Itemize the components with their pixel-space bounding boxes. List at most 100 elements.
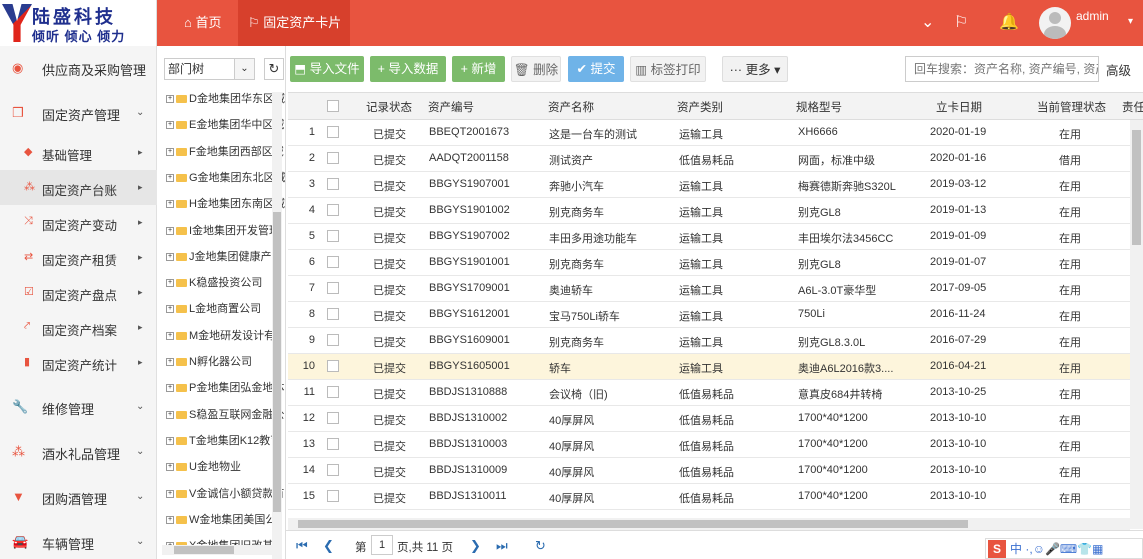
last-page-icon[interactable]: ⏭ (496, 538, 508, 554)
user-name[interactable]: admin (1076, 9, 1109, 23)
expand-icon[interactable]: + (166, 279, 174, 288)
row-checkbox[interactable] (327, 256, 339, 268)
ime-toolbar[interactable]: S中 ·,☺🎤⌨👕▦ (985, 538, 1143, 559)
expand-icon[interactable]: + (166, 95, 174, 104)
sidebar-item[interactable]: ☑ 固定资产盘点 ▸ (0, 275, 157, 310)
row-checkbox[interactable] (327, 152, 339, 164)
column-header[interactable]: 规格型号 (796, 99, 842, 115)
row-checkbox[interactable] (327, 204, 339, 216)
expand-icon[interactable]: + (166, 147, 174, 156)
sidebar-item[interactable]: ❒ 固定资产管理 ⌄ (0, 91, 157, 136)
tree-node[interactable]: + J金地集团健康产业 (166, 248, 283, 264)
expand-icon[interactable]: + (166, 489, 174, 498)
expand-icon[interactable]: + (166, 305, 174, 314)
tab-asset-card[interactable]: ⚐ 固定资产卡片 ✖ (238, 0, 350, 76)
table-vscrollbar[interactable] (1130, 120, 1143, 529)
table-hscrollbar[interactable] (288, 518, 1130, 530)
table-row[interactable]: 1 已提交 BBEQT2001673 这是一台车的测试 运输工具 XH6666 2020-0… (288, 120, 1143, 146)
row-checkbox[interactable] (327, 334, 339, 346)
expand-icon[interactable]: + (166, 173, 174, 182)
tree-node[interactable]: + S稳盈互联网金融公 (166, 406, 284, 422)
menu-toggle-icon[interactable]: ☰ (130, 14, 146, 30)
tree-node[interactable]: + U金地物业 (166, 458, 241, 474)
row-checkbox[interactable] (327, 386, 339, 398)
expand-icon[interactable]: + (166, 410, 174, 419)
sidebar-item[interactable]: ⇄ 固定资产租赁 ▸ (0, 240, 157, 275)
next-page-icon[interactable]: ❯ (470, 538, 481, 554)
avatar[interactable] (1039, 7, 1071, 39)
table-row[interactable]: 7 已提交 BBGYS1709001 奥迪轿车 运输工具 A6L-3.0T豪华型 2017-… (288, 276, 1143, 302)
table-row[interactable]: 15 已提交 BBDJS1310011 40厚屏风 低值易耗品 1700*40*1200 2… (288, 484, 1143, 510)
column-header[interactable]: 资产名称 (548, 99, 594, 115)
table-row[interactable]: 9 已提交 BBGYS1609001 别克商务车 运输工具 别克GL8.3.0L 2016-… (288, 328, 1143, 354)
expand-icon[interactable]: + (166, 226, 174, 235)
tree-node[interactable]: + K稳盛投资公司 (166, 274, 262, 290)
tree-type-select[interactable]: 部门树 ⌄ (164, 58, 255, 80)
tree-node[interactable]: + I金地集团开发管理 (166, 222, 280, 238)
collapse-down-icon[interactable]: ⌄ (921, 12, 934, 32)
expand-icon[interactable]: + (166, 252, 174, 261)
bell-icon[interactable]: 🔔 (999, 12, 1019, 32)
expand-icon[interactable]: + (166, 121, 174, 130)
expand-icon[interactable]: + (166, 331, 174, 340)
table-row[interactable]: 13 已提交 BBDJS1310003 40厚屏风 低值易耗品 1700*40*1200 2… (288, 432, 1143, 458)
expand-icon[interactable]: + (166, 384, 174, 393)
tree-node[interactable]: + M金地研发设计有 (166, 327, 275, 343)
prev-page-icon[interactable]: ❮ (323, 538, 334, 554)
sidebar-item[interactable]: ⁂ 酒水礼品管理 ⌄ (0, 430, 157, 475)
sidebar-item[interactable]: ◉ 供应商及采购管理 ⌄ (0, 46, 157, 91)
import-file-button[interactable]: ⬒ 导入文件 (290, 56, 364, 82)
row-checkbox[interactable] (327, 126, 339, 138)
column-header[interactable]: 当前管理状态 (1037, 99, 1106, 115)
sidebar-item[interactable]: ▼ 团购酒管理 ⌄ (0, 475, 157, 520)
import-data-button[interactable]: + 导入数据 (370, 56, 446, 82)
row-checkbox[interactable] (327, 282, 339, 294)
advanced-search-button[interactable]: 高级 (1106, 60, 1131, 79)
row-checkbox[interactable] (327, 360, 339, 372)
select-all-checkbox[interactable] (327, 100, 339, 112)
submit-button[interactable]: ✔ 提交 (568, 56, 624, 82)
tree-node[interactable]: + G金地集团东北区域 (166, 169, 285, 185)
expand-icon[interactable]: + (166, 358, 174, 367)
table-row[interactable]: 5 已提交 BBGYS1907002 丰田多用途功能车 运输工具 丰田埃尔法3456CC 2… (288, 224, 1143, 250)
table-row[interactable]: 12 已提交 BBDJS1310002 40厚屏风 低值易耗品 1700*40*1200 2… (288, 406, 1143, 432)
row-checkbox[interactable] (327, 412, 339, 424)
chevron-down-icon[interactable]: ▾ (1128, 16, 1133, 27)
print-label-button[interactable]: ▥ 标签打印 (630, 56, 706, 82)
delete-button[interactable]: 🗑 删除 (511, 56, 561, 82)
row-checkbox[interactable] (327, 178, 339, 190)
tree-node[interactable]: + N孵化器公司 (166, 353, 252, 369)
table-row[interactable]: 3 已提交 BBGYS1907001 奔驰小汽车 运输工具 梅赛德斯奔驰S320L 2019… (288, 172, 1143, 198)
row-checkbox[interactable] (327, 490, 339, 502)
column-header[interactable]: 资产类别 (677, 99, 723, 115)
row-checkbox[interactable] (327, 464, 339, 476)
tree-node[interactable]: + E金地集团华中区域 (166, 116, 284, 132)
row-checkbox[interactable] (327, 308, 339, 320)
expand-icon[interactable]: + (166, 436, 174, 445)
row-checkbox[interactable] (327, 438, 339, 450)
table-row[interactable]: 8 已提交 BBGYS1612001 宝马750Li轿车 运输工具 750Li 2016-1… (288, 302, 1143, 328)
table-row[interactable]: 10 已提交 BBGYS1605001 轿车 运输工具 奥迪A6L2016款3.... 20… (288, 354, 1143, 380)
first-page-icon[interactable]: ⏮ (296, 538, 308, 554)
tree-node[interactable]: + T金地集团K12教育 (166, 432, 281, 448)
expand-icon[interactable]: + (166, 463, 174, 472)
table-row[interactable]: 14 已提交 BBDJS1310009 40厚屏风 低值易耗品 1700*40*1200 2… (288, 458, 1143, 484)
chevron-down-icon[interactable]: ⌄ (234, 59, 254, 79)
add-button[interactable]: + 新增 (452, 56, 505, 82)
column-header[interactable]: 记录状态 (366, 99, 412, 115)
tree-hscrollbar[interactable] (162, 545, 272, 555)
tree-node[interactable]: + P金地集团弘金地体 (166, 379, 284, 395)
table-row[interactable]: 11 已提交 BBDJS1310888 会议椅（旧) 低值易耗品 意真皮684井转椅 201… (288, 380, 1143, 406)
search-input[interactable] (905, 56, 1099, 82)
tree-node[interactable]: + L金地商置公司 (166, 300, 261, 316)
table-row[interactable]: 4 已提交 BBGYS1901002 别克商务车 运输工具 别克GL8 2019-01-13… (288, 198, 1143, 224)
refresh-icon[interactable]: ↻ (264, 58, 284, 80)
sidebar-item[interactable]: 🔧 维修管理 ⌄ (0, 385, 157, 430)
refresh-icon[interactable]: ↻ (535, 538, 546, 554)
tree-scrollbar[interactable] (272, 92, 282, 559)
table-row[interactable]: 2 已提交 AADQT2001158 测试资产 低值易耗品 网面，标准中级 2020-01-… (288, 146, 1143, 172)
table-row[interactable]: 6 已提交 BBGYS1901001 别克商务车 运输工具 别克GL8 2019-01-07… (288, 250, 1143, 276)
sidebar-item[interactable]: ◆ 基础管理 ▸ (0, 135, 157, 170)
page-number-input[interactable]: 1 (371, 535, 393, 555)
tree-node[interactable]: + F金地集团西部区域 (166, 143, 284, 159)
